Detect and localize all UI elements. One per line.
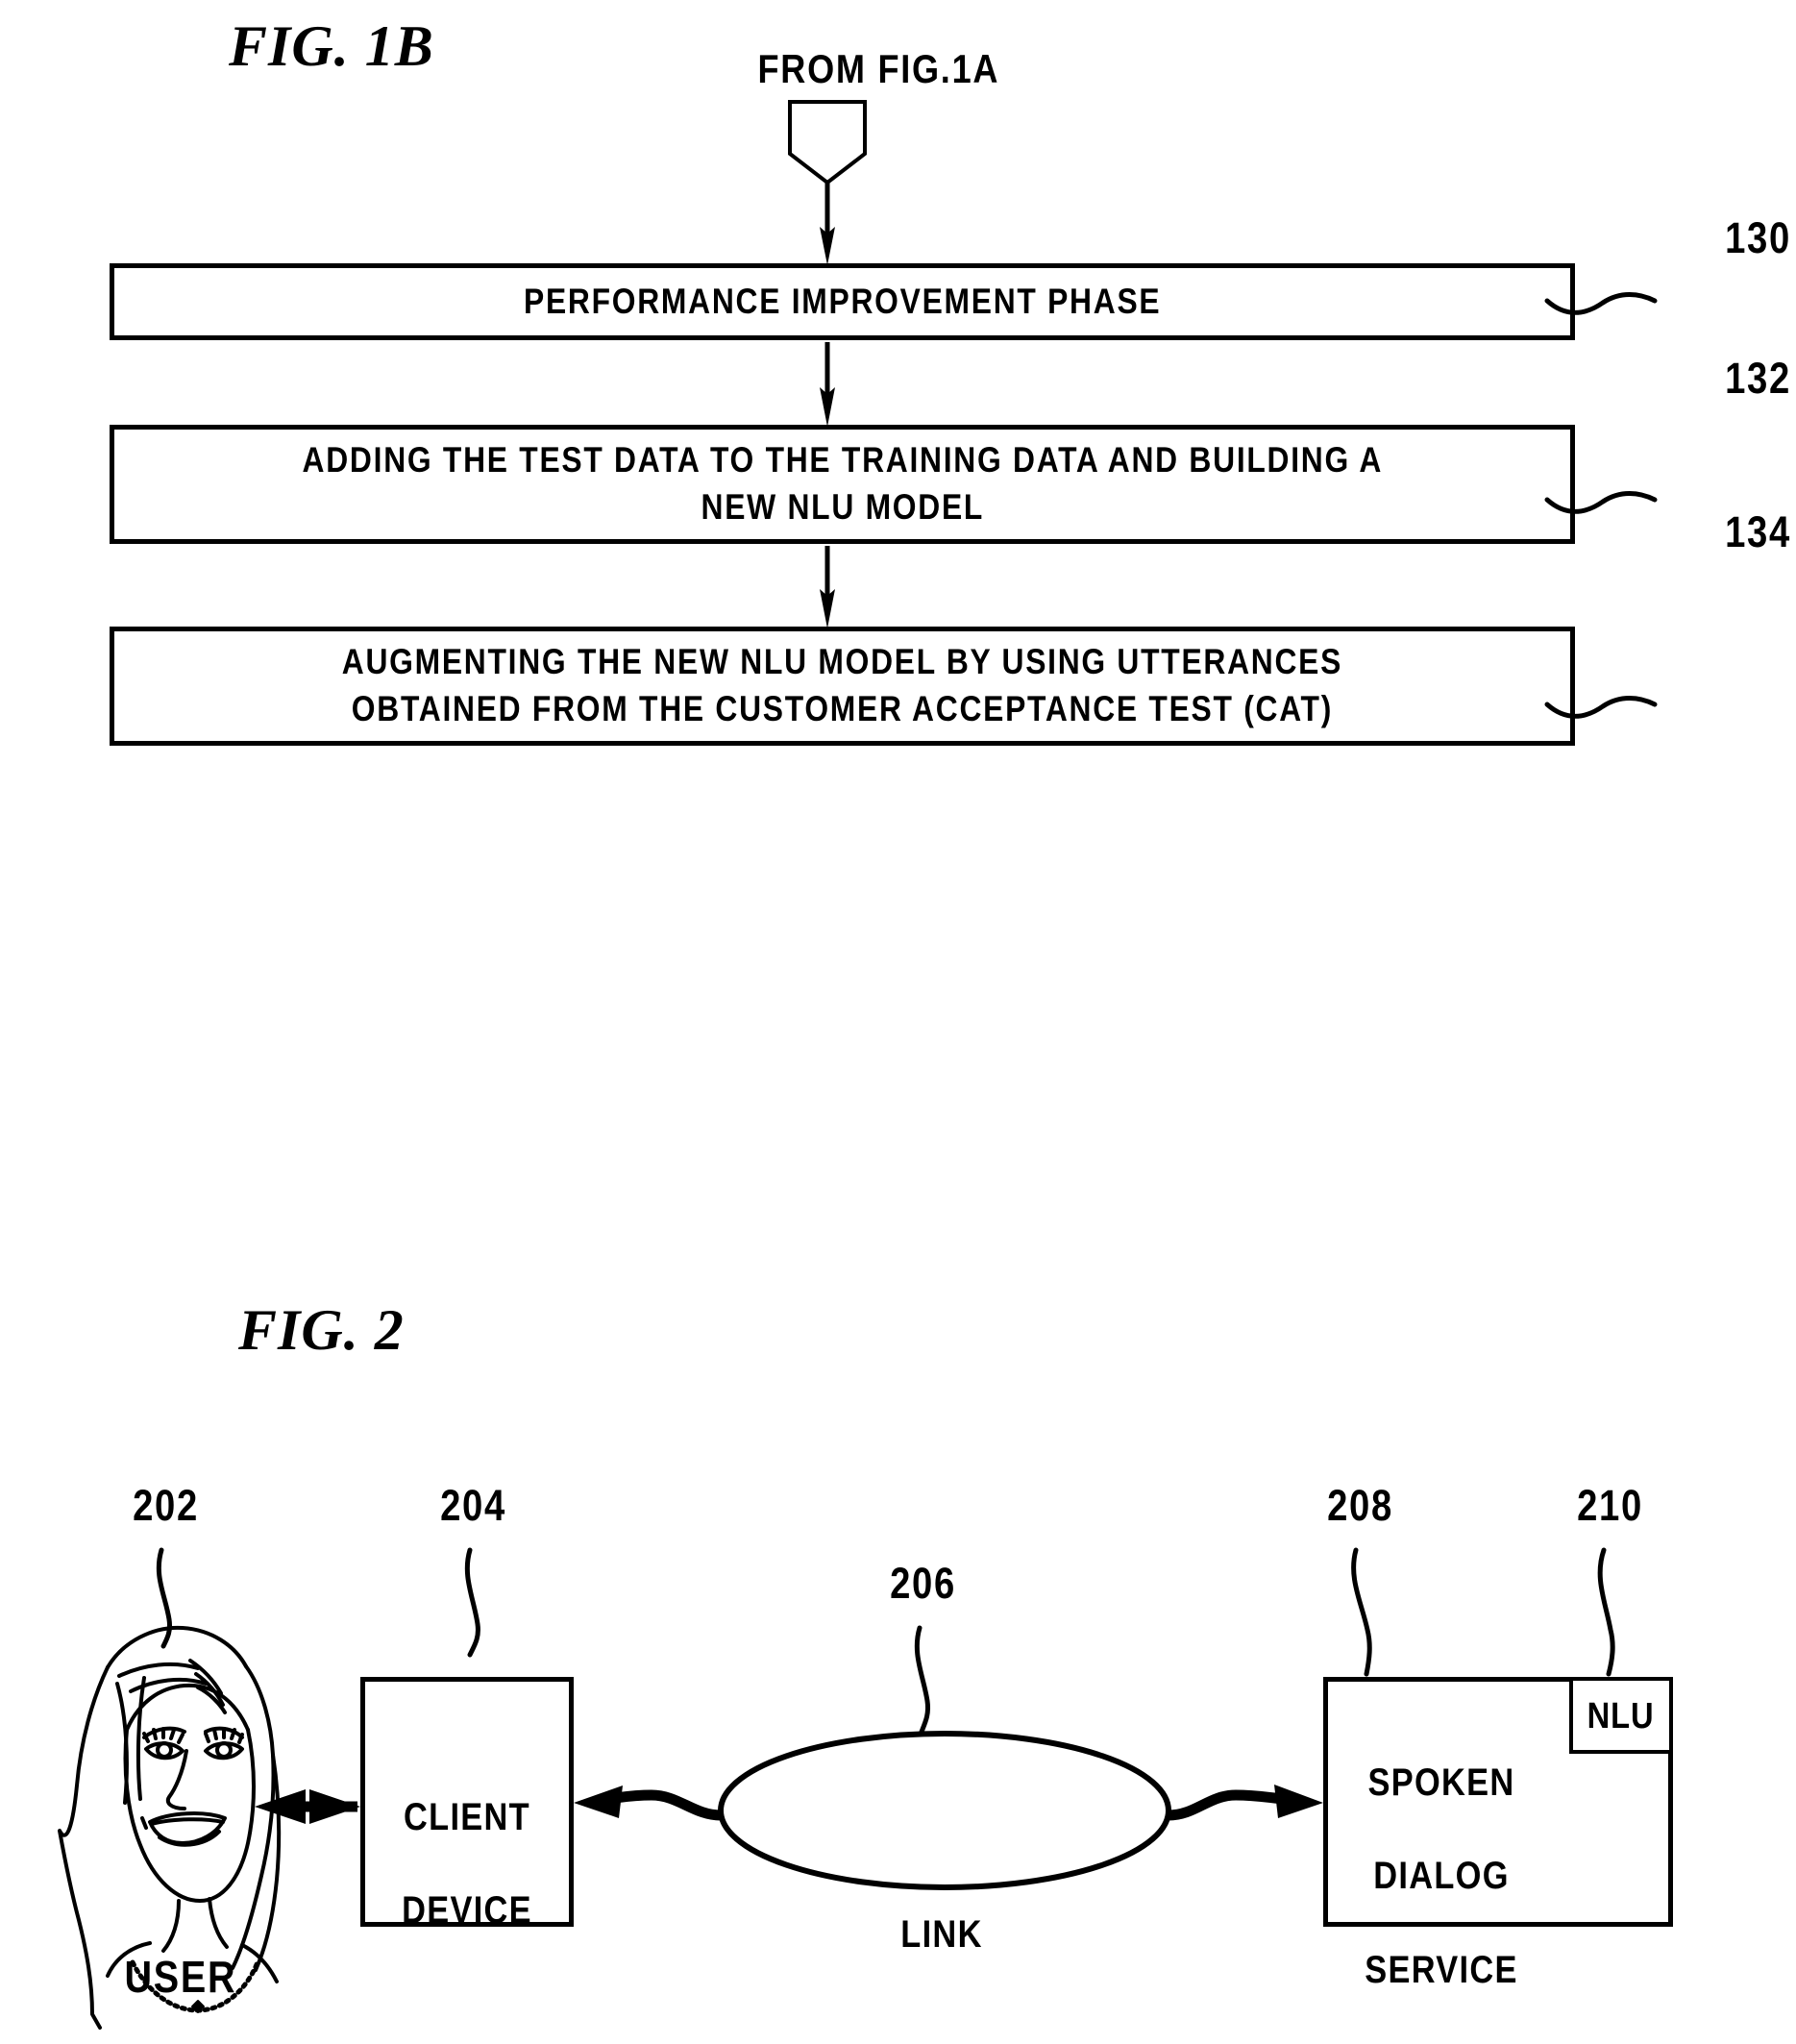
- client-device-box: CLIENT DEVICE: [360, 1677, 574, 1932]
- reference-numeral-202: 202: [127, 1481, 205, 1531]
- reference-numeral-210-text: 210: [1577, 1481, 1644, 1530]
- reference-numeral-208: 208: [1321, 1481, 1399, 1531]
- step-box-performance-improvement-phase: PERFORMANCE IMPROVEMENT PHASE: [110, 263, 1575, 340]
- reference-numeral-204-text: 204: [440, 1481, 507, 1530]
- communication-link-line-2: LINK: [900, 1913, 983, 1956]
- client-device-label: CLIENT DEVICE: [365, 1747, 569, 1982]
- step-132-line-1: ADDING THE TEST DATA TO THE TRAINING DAT…: [302, 440, 1383, 480]
- reference-numeral-206: 206: [884, 1559, 962, 1609]
- step-box-132-label: ADDING THE TEST DATA TO THE TRAINING DAT…: [203, 437, 1483, 531]
- reference-numeral-202-text: 202: [133, 1481, 200, 1530]
- step-134-line-2: OBTAINED FROM THE CUSTOMER ACCEPTANCE TE…: [351, 689, 1334, 728]
- arrow-link-to-client-device: [574, 1785, 722, 1821]
- step-130-line-1: PERFORMANCE IMPROVEMENT PHASE: [523, 281, 1162, 321]
- from-fig-1a-text: FROM FIG.1A: [757, 46, 1000, 91]
- user-caption-text: USER: [124, 1952, 237, 2002]
- step-132-line-2: NEW NLU MODEL: [701, 487, 984, 527]
- from-fig-1a-label: FROM FIG.1A: [738, 46, 1020, 92]
- user-caption: USER: [115, 1951, 246, 2003]
- reference-numeral-206-text: 206: [890, 1559, 957, 1608]
- arrow-user-to-client-device: [255, 1789, 360, 1824]
- reference-numeral-208-text: 208: [1327, 1481, 1394, 1530]
- leader-line-202: [156, 1547, 172, 1649]
- arrow-a-to-130-head: [820, 227, 835, 265]
- sds-line-2: DIALOG: [1373, 1855, 1510, 1898]
- patent-drawing-sheet: FIG. 1B FROM FIG.1A A PERFORMANCE IMPROV…: [0, 0, 1796, 2044]
- reference-numeral-204: 204: [434, 1481, 512, 1531]
- step-box-adding-test-data: ADDING THE TEST DATA TO THE TRAINING DAT…: [110, 425, 1575, 544]
- reference-numeral-134-text: 134: [1725, 507, 1792, 556]
- leader-line-204: [464, 1547, 480, 1658]
- reference-numeral-132: 132: [1719, 354, 1796, 404]
- communication-link-line-1: COMMUNICATION: [790, 1821, 1094, 1863]
- leader-line-210: [1597, 1547, 1615, 1677]
- client-device-line-2: DEVICE: [402, 1889, 532, 1933]
- step-134-line-1: AUGMENTING THE NEW NLU MODEL BY USING UT…: [341, 642, 1343, 682]
- nlu-module-text: NLU: [1587, 1696, 1655, 1736]
- figure-1b-title: FIG. 1B: [229, 14, 434, 78]
- connector-a-label: A: [815, 104, 863, 147]
- figure-2-title: FIG. 2: [238, 1298, 405, 1362]
- reference-numeral-132-text: 132: [1725, 354, 1792, 403]
- arrow-130-to-132-head: [820, 387, 835, 427]
- spoken-dialog-service-label: SPOKEN DIALOG SERVICE: [1336, 1712, 1547, 2041]
- sds-line-1: SPOKEN: [1367, 1761, 1515, 1804]
- step-box-134-label: AUGMENTING THE NEW NLU MODEL BY USING UT…: [249, 639, 1436, 733]
- nlu-module-box: NLU: [1569, 1677, 1673, 1754]
- leader-line-208: [1351, 1547, 1372, 1677]
- connector-a-text: A: [826, 104, 851, 146]
- client-device-line-1: CLIENT: [404, 1795, 530, 1838]
- step-box-augmenting-nlu-model: AUGMENTING THE NEW NLU MODEL BY USING UT…: [110, 627, 1575, 746]
- reference-numeral-130: 130: [1719, 213, 1796, 263]
- communication-link-label: COMMUNICATION LINK: [730, 1773, 1153, 2004]
- sds-line-3: SERVICE: [1365, 1948, 1518, 1991]
- reference-numeral-210: 210: [1571, 1481, 1649, 1531]
- nlu-module-label: NLU: [1573, 1696, 1669, 1737]
- leader-line-206: [914, 1625, 930, 1735]
- arrow-link-to-spoken-dialog-service: [1168, 1785, 1323, 1821]
- reference-numeral-134: 134: [1719, 507, 1796, 557]
- arrow-132-to-134-head: [820, 589, 835, 628]
- reference-numeral-130-text: 130: [1725, 213, 1792, 262]
- step-box-130-label: PERFORMANCE IMPROVEMENT PHASE: [460, 279, 1224, 326]
